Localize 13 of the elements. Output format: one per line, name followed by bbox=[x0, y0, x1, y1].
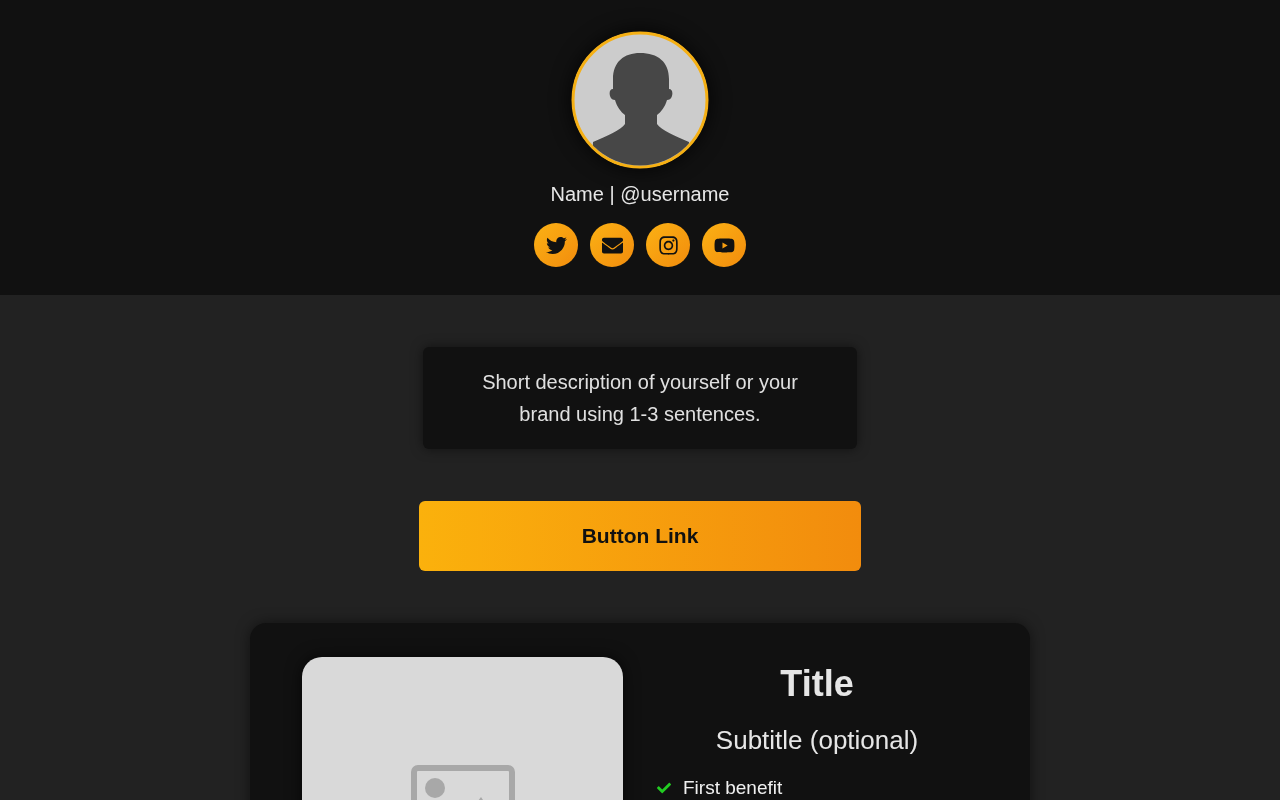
twitter-icon bbox=[545, 234, 567, 256]
email-link[interactable] bbox=[590, 223, 634, 267]
link-button[interactable]: Button Link bbox=[419, 501, 861, 571]
description-card: Short description of yourself or your brand using 1-3 sentences. bbox=[423, 347, 857, 449]
instagram-icon bbox=[657, 234, 679, 256]
youtube-link[interactable] bbox=[702, 223, 746, 267]
product-title: Title bbox=[779, 662, 855, 706]
instagram-link[interactable] bbox=[646, 223, 690, 267]
profile-name: Name | @username bbox=[550, 182, 730, 207]
product-subtitle: Subtitle (optional) bbox=[714, 724, 920, 757]
twitter-link[interactable] bbox=[534, 223, 578, 267]
avatar-icon bbox=[571, 31, 709, 169]
benefit-text: First benefit bbox=[683, 776, 783, 800]
